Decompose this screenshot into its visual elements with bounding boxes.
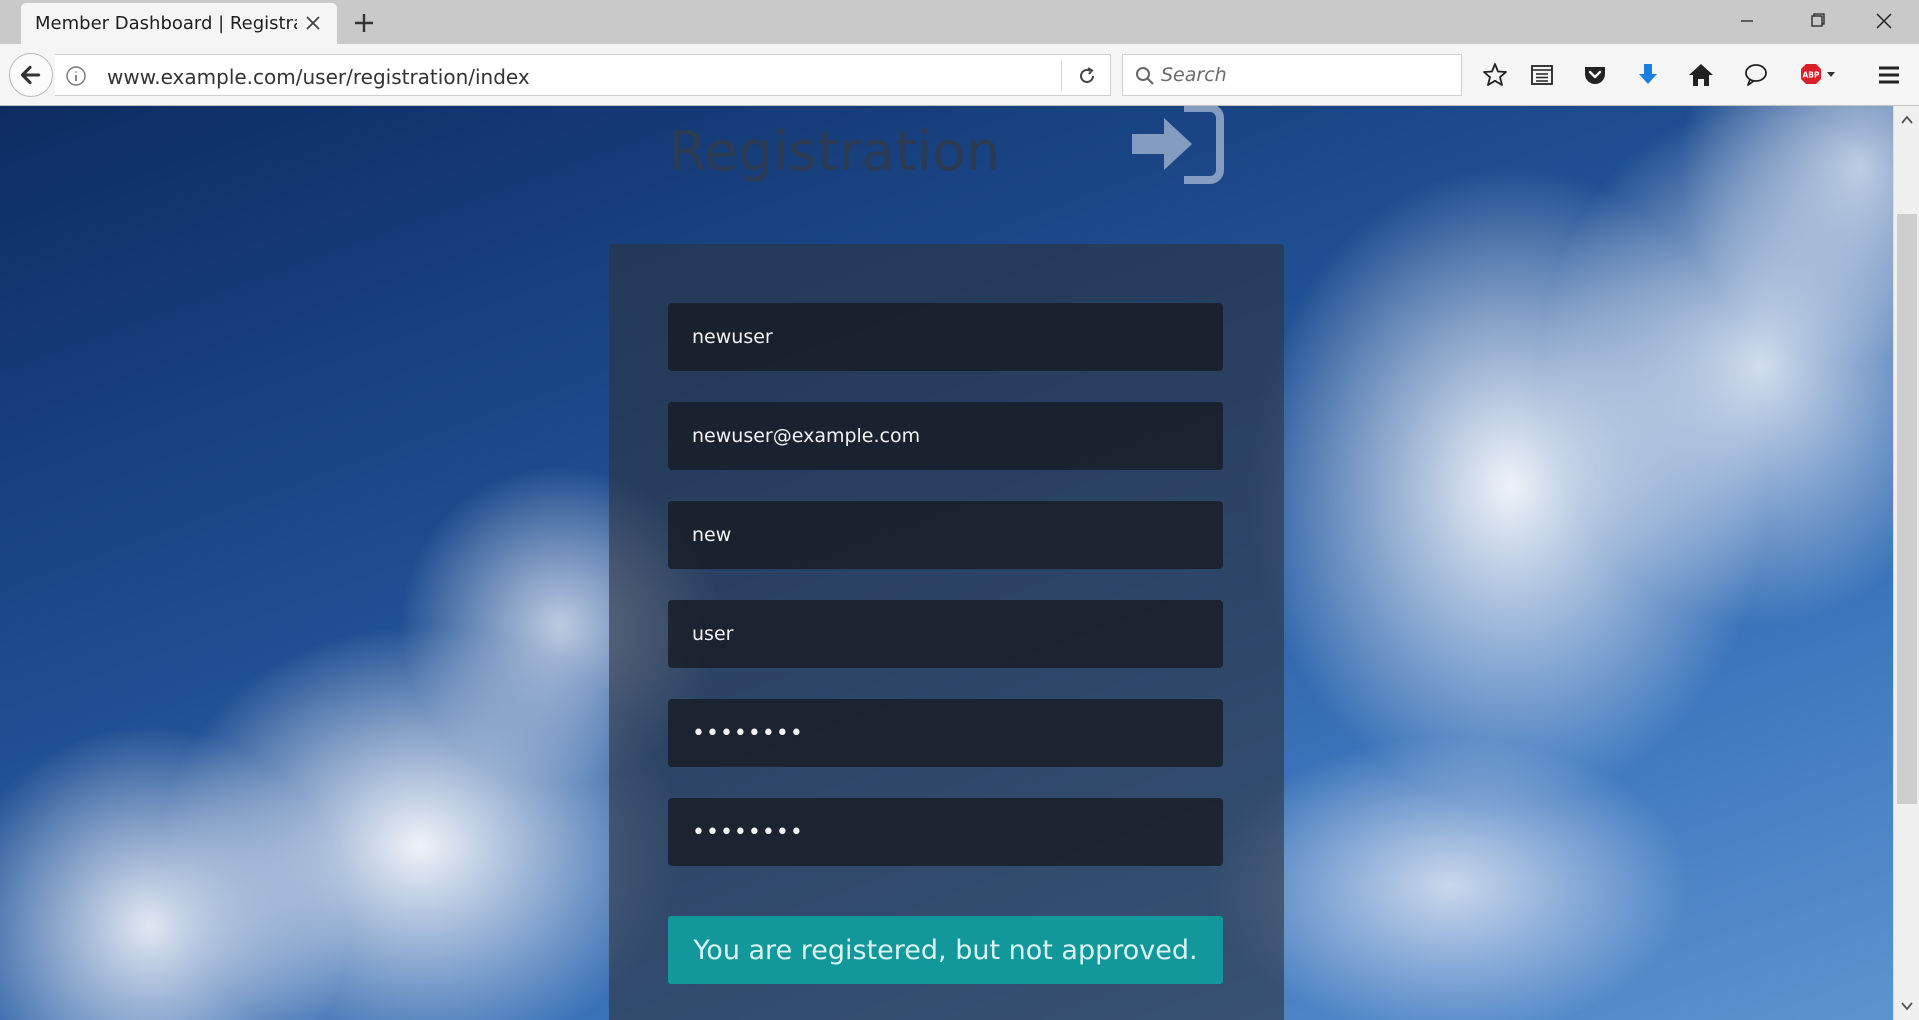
scroll-down-arrow-icon[interactable] <box>1899 998 1915 1014</box>
pocket-icon[interactable] <box>1580 60 1610 90</box>
sign-in-icon <box>1132 106 1224 184</box>
page-title: Registration <box>669 120 1001 183</box>
navigation-toolbar: www.example.com/user/registration/index <box>0 44 1919 106</box>
back-arrow-icon <box>20 65 41 85</box>
close-icon[interactable] <box>303 13 323 33</box>
search-bar[interactable] <box>1122 54 1462 96</box>
url-bar[interactable]: www.example.com/user/registration/index <box>55 54 1111 96</box>
username-field[interactable] <box>668 303 1223 371</box>
scroll-up-arrow-icon[interactable] <box>1899 112 1915 128</box>
browser-tab[interactable]: Member Dashboard | Registra... <box>21 3 337 44</box>
info-icon[interactable] <box>65 65 87 87</box>
first-name-field[interactable] <box>668 501 1223 569</box>
chat-bubble-icon[interactable] <box>1741 60 1771 90</box>
search-input[interactable] <box>1161 59 1451 91</box>
registration-form: You are registered, but not approved. <box>609 244 1284 1020</box>
status-message: You are registered, but not approved. <box>668 916 1223 984</box>
scrollbar-thumb[interactable] <box>1897 214 1917 804</box>
restore-icon[interactable] <box>1795 6 1839 36</box>
vertical-scrollbar[interactable] <box>1893 106 1919 1020</box>
star-icon[interactable] <box>1480 60 1510 90</box>
reader-list-icon[interactable] <box>1527 60 1557 90</box>
back-button[interactable] <box>9 53 53 97</box>
home-icon[interactable] <box>1686 60 1716 90</box>
download-arrow-icon[interactable] <box>1633 60 1663 90</box>
svg-text:ABP: ABP <box>1802 71 1820 80</box>
last-name-field[interactable] <box>668 600 1223 668</box>
tab-strip: Member Dashboard | Registra... <box>0 0 1919 44</box>
minimize-icon[interactable] <box>1725 6 1769 36</box>
email-field[interactable] <box>668 402 1223 470</box>
plus-icon[interactable] <box>350 9 378 37</box>
page-content: Registration You are registered, but not… <box>0 106 1893 1020</box>
url-bar-separator <box>1061 61 1062 91</box>
confirm-password-field[interactable] <box>668 798 1223 866</box>
tab-title: Member Dashboard | Registra... <box>35 13 297 34</box>
hamburger-menu-icon[interactable] <box>1874 60 1904 90</box>
password-field[interactable] <box>668 699 1223 767</box>
window-close-icon[interactable] <box>1862 6 1906 36</box>
reload-icon[interactable] <box>1075 64 1099 88</box>
adblock-icon[interactable]: ABP <box>1797 60 1839 90</box>
url-text[interactable]: www.example.com/user/registration/index <box>107 65 530 89</box>
search-icon <box>1136 67 1154 85</box>
